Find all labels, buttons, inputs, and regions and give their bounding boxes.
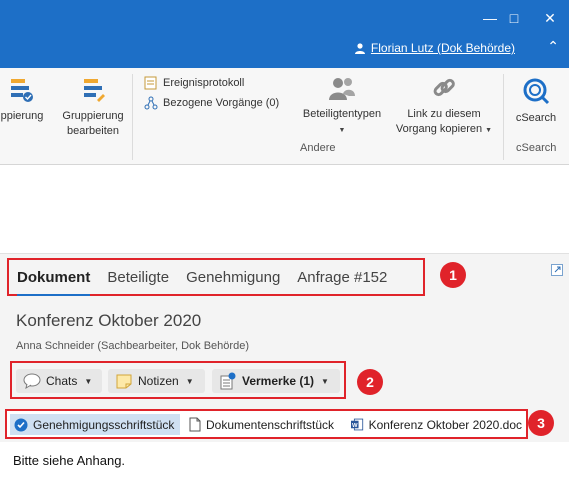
participants-icon xyxy=(329,78,355,100)
document-title: Konferenz Oktober 2020 xyxy=(16,311,202,330)
bezogene-vorgaenge-label: Bezogene Vorgänge (0) xyxy=(163,97,280,109)
content-header-area xyxy=(0,165,569,254)
popout-icon[interactable] xyxy=(551,264,563,276)
attachment-label: Genehmigungsschriftstück xyxy=(33,417,175,432)
chevron-down-icon: ▼ xyxy=(84,376,93,386)
chats-button[interactable]: Chats ▼ xyxy=(16,369,102,393)
gruppierung-bearbeiten-line2: bearbeiten xyxy=(67,125,119,137)
attachment-genehmigungsschriftstueck[interactable]: Genehmigungsschriftstück xyxy=(10,414,180,435)
link-icon xyxy=(433,78,455,97)
user-icon xyxy=(354,43,365,54)
csearch-label: cSearch xyxy=(515,112,557,124)
gruppierung-button[interactable]: ppierung xyxy=(0,76,52,124)
gruppierung-label: ppierung xyxy=(0,110,44,122)
link-kopieren-button[interactable]: Link zu diesem Vorgang kopieren ▼ xyxy=(390,74,498,138)
attachments-highlight-box: Genehmigungsschriftstück Dokumentenschri… xyxy=(5,409,528,439)
attachment-konferenz-doc[interactable]: W Konferenz Oktober 2020.doc xyxy=(347,414,526,435)
csearch-button[interactable]: cSearch xyxy=(510,76,562,126)
link-label-line2: Vorgang kopieren xyxy=(395,123,483,135)
chevron-down-icon: ▼ xyxy=(485,127,493,134)
note-icon xyxy=(116,374,132,389)
csearch-icon xyxy=(523,78,550,105)
tab-dokument[interactable]: Dokument xyxy=(17,269,91,296)
ribbon-separator xyxy=(132,74,133,160)
chats-label: Chats xyxy=(46,374,78,388)
tab-beteiligte[interactable]: Beteiligte xyxy=(107,269,169,286)
minimize-button[interactable]: — xyxy=(478,6,502,30)
callout-badge-2: 2 xyxy=(357,369,383,395)
ribbon-separator xyxy=(503,74,504,160)
attachment-label: Konferenz Oktober 2020.doc xyxy=(368,417,522,432)
tabs-highlight-box: Dokument Beteiligte Genehmigung Anfrage … xyxy=(7,258,425,296)
word-document-icon: W xyxy=(351,418,364,431)
attachment-label: Dokumentenschriftstück xyxy=(206,417,335,432)
document-icon xyxy=(189,417,201,432)
user-account-link[interactable]: Florian Lutz (Dok Behörde) xyxy=(354,41,515,55)
related-processes-icon xyxy=(144,96,158,110)
callout-badge-3: 3 xyxy=(528,410,554,436)
ereignisprotokoll-button[interactable]: Ereignisprotokoll xyxy=(144,76,244,90)
vermerke-button[interactable]: Vermerke (1) ▼ xyxy=(212,369,340,393)
grouping-edit-icon xyxy=(84,79,105,102)
message-body-text: Bitte siehe Anhang. xyxy=(13,453,126,468)
check-circle-icon xyxy=(14,418,28,431)
link-label-line1: Link zu diesem xyxy=(407,108,481,120)
toolbar-highlight-box: Chats ▼ Notizen ▼ Vermerke (1) ▼ xyxy=(10,361,346,399)
chevron-down-icon: ▼ xyxy=(185,376,194,386)
user-name: Florian Lutz (Dok Behörde) xyxy=(370,41,515,55)
callout-badge-1: 1 xyxy=(440,262,466,288)
group-label-andere: Andere xyxy=(300,142,336,154)
maximize-button[interactable]: □ xyxy=(502,6,526,30)
gruppierung-bearbeiten-line1: Gruppierung xyxy=(62,110,124,122)
document-subtitle: Anna Schneider (Sachbearbeiter, Dok Behö… xyxy=(16,340,249,352)
tab-anfrage[interactable]: Anfrage #152 xyxy=(297,269,387,286)
event-log-icon xyxy=(144,76,157,90)
vermerke-label: Vermerke (1) xyxy=(242,374,315,388)
group-label-csearch: cSearch xyxy=(516,142,557,154)
title-bar: — □ ✕ Florian Lutz (Dok Behörde) ⌃ xyxy=(0,0,569,68)
chat-icon xyxy=(23,373,41,389)
close-button[interactable]: ✕ xyxy=(538,6,562,30)
beteiligtentypen-label: Beteiligtentypen xyxy=(302,108,382,120)
vermerk-icon xyxy=(220,372,236,390)
collapse-ribbon-button[interactable]: ⌃ xyxy=(547,38,559,55)
beteiligtentypen-button[interactable]: Beteiligtentypen ▼ xyxy=(296,74,388,138)
bezogene-vorgaenge-button[interactable]: Bezogene Vorgänge (0) xyxy=(144,96,279,110)
notizen-label: Notizen xyxy=(138,374,179,388)
attachment-dokumentenschriftstueck[interactable]: Dokumentenschriftstück xyxy=(185,414,338,435)
chevron-down-icon: ▼ xyxy=(321,376,329,386)
ribbon: ppierung Gruppierung bearbeiten Ereignis… xyxy=(0,68,569,165)
grouping-icon xyxy=(11,79,33,102)
tab-genehmigung[interactable]: Genehmigung xyxy=(186,269,280,286)
svg-text:W: W xyxy=(352,423,358,429)
chevron-down-icon: ▼ xyxy=(338,127,346,134)
notizen-button[interactable]: Notizen ▼ xyxy=(108,369,205,393)
ereignisprotokoll-label: Ereignisprotokoll xyxy=(163,77,245,89)
gruppierung-bearbeiten-button[interactable]: Gruppierung bearbeiten xyxy=(58,76,128,139)
